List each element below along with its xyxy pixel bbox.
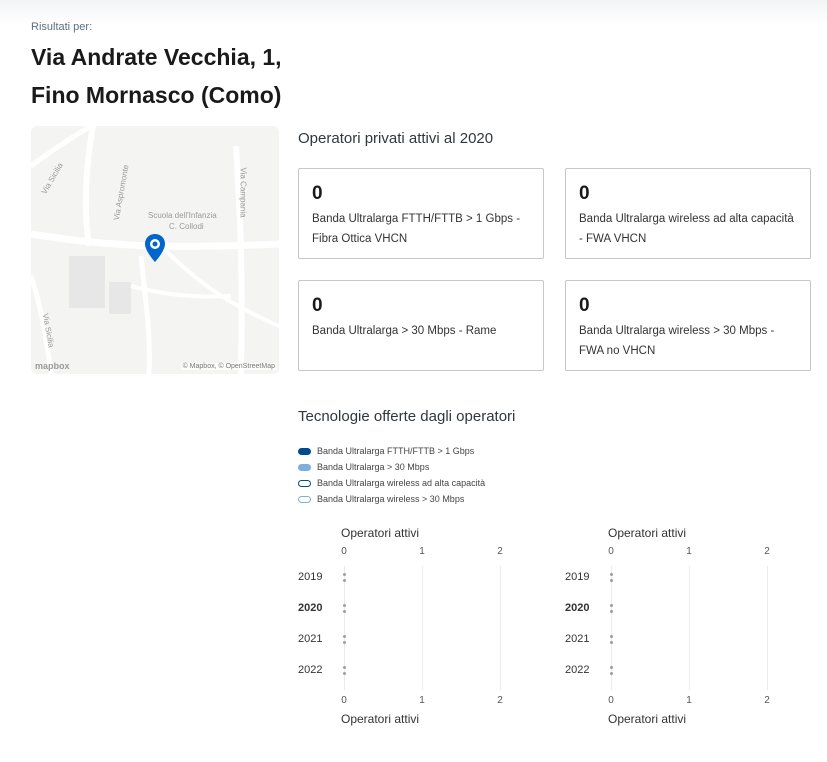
chart-legend: Banda Ultralarga FTTH/FTTB > 1 Gbps Band… xyxy=(298,443,485,507)
legend-label: Banda Ultralarga wireless > 30 Mbps xyxy=(317,494,465,504)
bar-2022-series-1 xyxy=(343,672,346,675)
legend-label: Banda Ultralarga wireless ad alta capaci… xyxy=(317,478,486,488)
x-tick-label-bottom: 2 xyxy=(497,695,503,706)
location-map[interactable]: Via Sicilia Via Aspromonte Via Campania … xyxy=(31,126,279,374)
gridline xyxy=(767,566,768,690)
operator-count: 0 xyxy=(579,295,590,316)
x-tick-label-top: 0 xyxy=(341,546,347,557)
x-axis-title-top: Operatori attivi xyxy=(608,526,687,540)
x-tick-label-bottom: 0 xyxy=(341,695,347,706)
year-label: 2021 xyxy=(298,633,323,645)
bar-2021-series-0 xyxy=(610,635,613,638)
operator-card-label: Banda Ultralarga wireless ad alta capaci… xyxy=(579,213,794,245)
legend-item: Banda Ultralarga wireless ad alta capaci… xyxy=(298,475,485,491)
year-label: 2022 xyxy=(298,664,323,676)
bar-2022-series-0 xyxy=(343,666,346,669)
bar-2022-series-0 xyxy=(610,666,613,669)
operator-card-ftth: 0 Banda Ultralarga FTTH/FTTB > 1 Gbps - … xyxy=(298,168,544,259)
map-attribution[interactable]: © Mapbox, © OpenStreetMap xyxy=(180,363,277,370)
map-poi-label: C. Collodi xyxy=(169,222,204,231)
x-tick-label-bottom: 0 xyxy=(608,695,614,706)
bar-2019-series-0 xyxy=(343,573,346,576)
legend-swatch xyxy=(298,479,311,487)
legend-swatch xyxy=(298,495,311,503)
operator-card-label: Banda Ultralarga FTTH/FTTB > 1 Gbps - Fi… xyxy=(312,213,521,245)
year-label: 2020 xyxy=(565,602,590,614)
bar-2020-series-0 xyxy=(610,604,613,607)
wired-operators-chart: Operatori attivi Operatori attivi 0 0 1 1 2 2 20… xyxy=(298,524,528,734)
x-axis-title-bottom: Operatori attivi xyxy=(341,712,420,726)
year-label: 2019 xyxy=(298,571,323,583)
operator-card-rame: 0 Banda Ultralarga > 30 Mbps - Rame xyxy=(298,280,544,371)
mapbox-logo[interactable]: mapbox xyxy=(35,361,70,371)
year-label: 2022 xyxy=(565,664,590,676)
address-line-2: Fino Mornasco (Como) xyxy=(31,82,282,108)
year-label: 2020 xyxy=(298,602,323,614)
operator-count: 0 xyxy=(312,183,323,204)
bar-2020-series-0 xyxy=(343,604,346,607)
x-tick-label-top: 2 xyxy=(764,546,770,557)
operator-count: 0 xyxy=(579,183,590,204)
legend-label: Banda Ultralarga FTTH/FTTB > 1 Gbps xyxy=(317,446,475,456)
bar-2022-series-1 xyxy=(610,672,613,675)
technologies-title: Tecnologie offerte dagli operatori xyxy=(298,408,516,425)
gridline xyxy=(422,566,423,690)
operator-card-fwa-no-vhcn: 0 Banda Ultralarga wireless > 30 Mbps - … xyxy=(565,280,811,371)
x-tick-label-top: 2 xyxy=(497,546,503,557)
x-tick-label-bottom: 1 xyxy=(686,695,692,706)
legend-item: Banda Ultralarga > 30 Mbps xyxy=(298,459,485,475)
address-line-1: Via Andrate Vecchia, 1, xyxy=(31,44,282,70)
gridline xyxy=(500,566,501,690)
x-axis-title-top: Operatori attivi xyxy=(341,526,420,540)
bar-2019-series-1 xyxy=(343,579,346,582)
operator-card-label: Banda Ultralarga > 30 Mbps - Rame xyxy=(312,325,497,337)
map-pin-icon[interactable] xyxy=(145,234,165,262)
wireless-operators-chart: Operatori attivi Operatori attivi 0 0 1 1 2 2 20… xyxy=(565,524,795,734)
bar-2020-series-1 xyxy=(610,610,613,613)
bar-2019-series-0 xyxy=(610,573,613,576)
bar-2021-series-1 xyxy=(343,641,346,644)
year-label: 2019 xyxy=(565,571,590,583)
legend-swatch xyxy=(298,463,311,471)
page-title: Via Andrate Vecchia, 1, Fino Mornasco (C… xyxy=(31,38,282,114)
legend-item: Banda Ultralarga FTTH/FTTB > 1 Gbps xyxy=(298,443,485,459)
map-poi-label: Scuola dell'Infanzia xyxy=(148,211,217,220)
legend-item: Banda Ultralarga wireless > 30 Mbps xyxy=(298,491,485,507)
legend-swatch xyxy=(298,447,311,455)
bar-2019-series-1 xyxy=(610,579,613,582)
x-tick-label-bottom: 1 xyxy=(419,695,425,706)
year-label: 2021 xyxy=(565,633,590,645)
bar-2021-series-0 xyxy=(343,635,346,638)
bar-2021-series-1 xyxy=(610,641,613,644)
x-tick-label-top: 0 xyxy=(608,546,614,557)
operators-title: Operatori privati attivi al 2020 xyxy=(298,130,494,147)
x-tick-label-bottom: 2 xyxy=(764,695,770,706)
operator-card-fwa-vhcn: 0 Banda Ultralarga wireless ad alta capa… xyxy=(565,168,811,259)
gridline xyxy=(689,566,690,690)
operator-count: 0 xyxy=(312,295,323,316)
x-tick-label-top: 1 xyxy=(419,546,425,557)
top-shadow xyxy=(0,0,827,26)
x-tick-label-top: 1 xyxy=(686,546,692,557)
bar-2020-series-1 xyxy=(343,610,346,613)
results-label: Risultati per: xyxy=(31,21,93,33)
map-street-label: Via Campania xyxy=(238,167,248,218)
operator-card-label: Banda Ultralarga wireless > 30 Mbps - FW… xyxy=(579,325,775,357)
legend-label: Banda Ultralarga > 30 Mbps xyxy=(317,462,430,472)
x-axis-title-bottom: Operatori attivi xyxy=(608,712,687,726)
